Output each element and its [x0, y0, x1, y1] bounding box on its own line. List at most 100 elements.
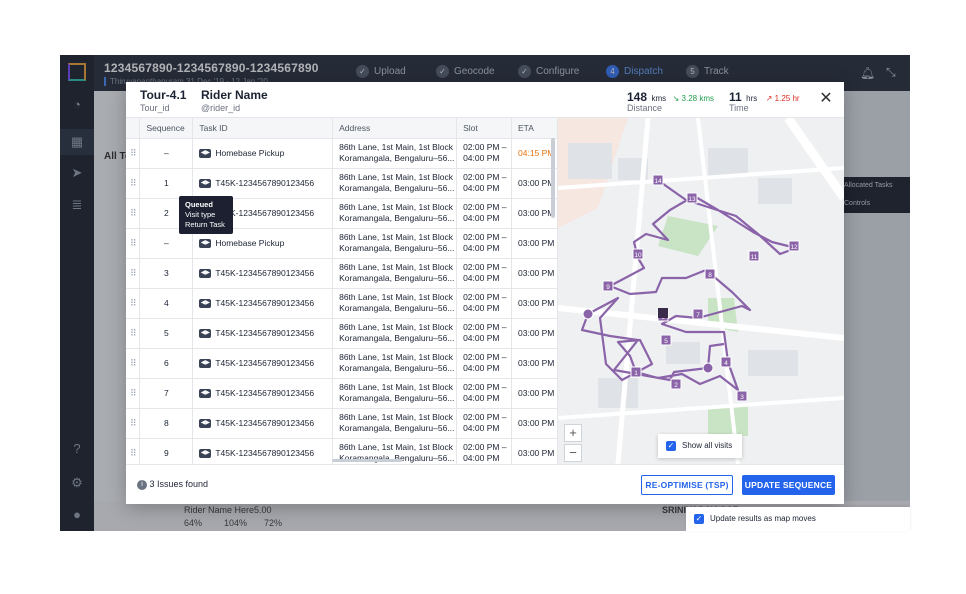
- row-eta: 03:00 PM: [511, 348, 558, 379]
- row-slot: 02:00 PM –04:00 PM: [456, 408, 512, 439]
- selected-marker-icon[interactable]: [658, 308, 668, 318]
- drag-handle-icon[interactable]: ⠿: [126, 408, 141, 439]
- info-icon: i: [137, 479, 147, 490]
- time-delta: ↗ 1.25 hr: [765, 94, 800, 103]
- row-address: 86th Lane, 1st Main, 1st Block Koramangal…: [332, 318, 458, 349]
- drag-handle-icon[interactable]: ⠿: [126, 348, 141, 379]
- table-vertical-scrollbar[interactable]: [551, 138, 555, 218]
- col-sequence[interactable]: Sequence: [139, 118, 194, 139]
- row-address: 86th Lane, 1st Main, 1st Block Koramangal…: [332, 198, 458, 229]
- map-marker[interactable]: 4: [720, 356, 732, 368]
- map-marker[interactable]: 8: [704, 268, 716, 280]
- time-label: Time: [729, 103, 749, 113]
- map-marker-label: 14: [654, 178, 662, 185]
- drag-handle-icon[interactable]: ⠿: [126, 168, 141, 199]
- table-row[interactable]: ⠿ 1 ◀▶ T45K-1234567890123456 86th Lane, 1st …: [126, 168, 558, 199]
- map-marker[interactable]: 12: [788, 240, 800, 252]
- update-results-label: Update results as map moves: [710, 514, 816, 523]
- checkbox-checked-icon[interactable]: ✓: [666, 440, 676, 451]
- row-task-id[interactable]: ◀▶T45K-1234567890123456: [192, 438, 334, 464]
- reoptimise-button[interactable]: RE-OPTIMISE (TSP): [641, 475, 733, 495]
- drag-handle-icon[interactable]: ⠿: [126, 318, 141, 349]
- row-address: 86th Lane, 1st Main, 1st Block Koramangal…: [332, 138, 458, 169]
- drag-handle-icon[interactable]: ⠿: [126, 198, 141, 229]
- row-task-id[interactable]: ◀▶T45K-1234567890123456: [192, 348, 334, 379]
- map-marker[interactable]: 7: [692, 308, 704, 320]
- row-sequence: –: [139, 138, 194, 169]
- map-marker[interactable]: 1: [630, 366, 642, 378]
- row-slot: 02:00 PM –04:00 PM: [456, 258, 512, 289]
- time-unit: hrs: [746, 94, 758, 103]
- row-address: 86th Lane, 1st Main, 1st Block Koramangal…: [332, 258, 458, 289]
- task-tag-icon: ◀▶: [199, 179, 212, 189]
- drag-column-header: [126, 118, 141, 139]
- route-map[interactable]: 1234567891011121314 + − ✓Show all visits: [558, 118, 844, 464]
- map-marker[interactable]: 2: [670, 378, 682, 390]
- task-tag-icon: ◀▶: [199, 389, 212, 399]
- row-address: 86th Lane, 1st Main, 1st Block Koramangal…: [332, 408, 458, 439]
- map-marker[interactable]: 3: [736, 390, 748, 402]
- time-value: 11: [729, 90, 742, 104]
- row-slot: 02:00 PM –04:00 PM: [456, 318, 512, 349]
- drag-handle-icon[interactable]: ⠿: [126, 378, 141, 409]
- zoom-out-button[interactable]: −: [564, 444, 582, 462]
- table-row[interactable]: ⠿ 5 ◀▶ T45K-1234567890123456 86th Lane, 1st …: [126, 318, 558, 349]
- homebase-tag-icon: ◀▶: [199, 239, 212, 249]
- row-task-id[interactable]: ◀▶ Homebase Pickup: [192, 138, 334, 169]
- col-address[interactable]: Address: [332, 118, 458, 139]
- table-header-row: Sequence Task ID Address Slot ETA: [126, 118, 558, 139]
- row-task-id[interactable]: ◀▶T45K-1234567890123456: [192, 408, 334, 439]
- map-marker-label: 1: [634, 370, 638, 377]
- trend-down-icon: ↘: [672, 94, 680, 103]
- map-marker[interactable]: 13: [686, 192, 698, 204]
- row-address: 86th Lane, 1st Main, 1st Block Koramangal…: [332, 348, 458, 379]
- table-row[interactable]: ⠿ 4 ◀▶ T45K-1234567890123456 86th Lane, 1st …: [126, 288, 558, 319]
- table-row[interactable]: ⠿ – ◀▶ Homebase Pickup 86th Lane, 1st Main, …: [126, 138, 558, 169]
- col-slot[interactable]: Slot: [456, 118, 512, 139]
- homebase-marker-icon[interactable]: [702, 362, 714, 374]
- distance-label: Distance: [627, 103, 663, 113]
- map-marker-label: 11: [751, 254, 758, 261]
- issues-label: 3 Issues found: [149, 479, 209, 489]
- zoom-in-button[interactable]: +: [564, 424, 582, 442]
- route-map-svg[interactable]: 1234567891011121314: [558, 118, 844, 464]
- modal-header: Tour-4.1 Tour_id Rider Name @rider_id 14…: [126, 82, 844, 118]
- map-marker[interactable]: 14: [652, 174, 664, 186]
- table-horizontal-scrollbar[interactable]: [332, 459, 402, 462]
- show-all-visits-toggle[interactable]: ✓ Show all visits: [658, 434, 742, 458]
- issues-indicator[interactable]: i 3 Issues found: [137, 479, 208, 490]
- tooltip-title: Queued: [185, 200, 213, 209]
- drag-handle-icon[interactable]: ⠿: [126, 138, 141, 169]
- map-marker-label: 9: [606, 284, 610, 291]
- map-marker[interactable]: 10: [632, 248, 644, 260]
- tooltip-line-2: Return Task: [185, 220, 225, 229]
- row-task-id[interactable]: ◀▶T45K-1234567890123456: [192, 318, 334, 349]
- update-sequence-button[interactable]: UPDATE SEQUENCE: [742, 475, 835, 495]
- col-eta[interactable]: ETA: [511, 118, 558, 139]
- table-row[interactable]: ⠿ 8 ◀▶ T45K-1234567890123456 86th Lane, 1st …: [126, 408, 558, 439]
- row-task-id[interactable]: ◀▶T45K-1234567890123456: [192, 288, 334, 319]
- row-eta: 03:00 PM: [511, 228, 558, 259]
- update-results-toggle[interactable]: ✓ Update results as map moves: [686, 507, 910, 531]
- row-task-id[interactable]: ◀▶T45K-1234567890123456: [192, 168, 334, 199]
- map-marker-label: 5: [664, 338, 668, 345]
- table-row[interactable]: ⠿ 7 ◀▶ T45K-1234567890123456 86th Lane, 1st …: [126, 378, 558, 409]
- close-icon[interactable]: ✕: [818, 91, 834, 107]
- map-marker[interactable]: 9: [602, 280, 614, 292]
- sequence-table: Sequence Task ID Address Slot ETA ⠿ – ◀▶ Ho…: [126, 118, 558, 464]
- drag-handle-icon[interactable]: ⠿: [126, 438, 141, 464]
- col-task-id[interactable]: Task ID: [192, 118, 334, 139]
- map-marker[interactable]: 5: [660, 334, 672, 346]
- drag-handle-icon[interactable]: ⠿: [126, 288, 141, 319]
- row-eta: 03:00 PM: [511, 318, 558, 349]
- table-row[interactable]: ⠿ 6 ◀▶ T45K-1234567890123456 86th Lane, 1st …: [126, 348, 558, 379]
- drag-handle-icon[interactable]: ⠿: [126, 258, 141, 289]
- row-task-id[interactable]: ◀▶T45K-1234567890123456: [192, 258, 334, 289]
- checkbox-checked-icon[interactable]: ✓: [694, 513, 704, 524]
- drag-handle-icon[interactable]: ⠿: [126, 228, 141, 259]
- trend-up-icon: ↗: [765, 94, 773, 103]
- homebase-marker-icon[interactable]: [582, 308, 594, 320]
- map-marker[interactable]: 11: [748, 250, 760, 262]
- table-row[interactable]: ⠿ 3 ◀▶ T45K-1234567890123456 86th Lane, 1st …: [126, 258, 558, 289]
- row-task-id[interactable]: ◀▶T45K-1234567890123456: [192, 378, 334, 409]
